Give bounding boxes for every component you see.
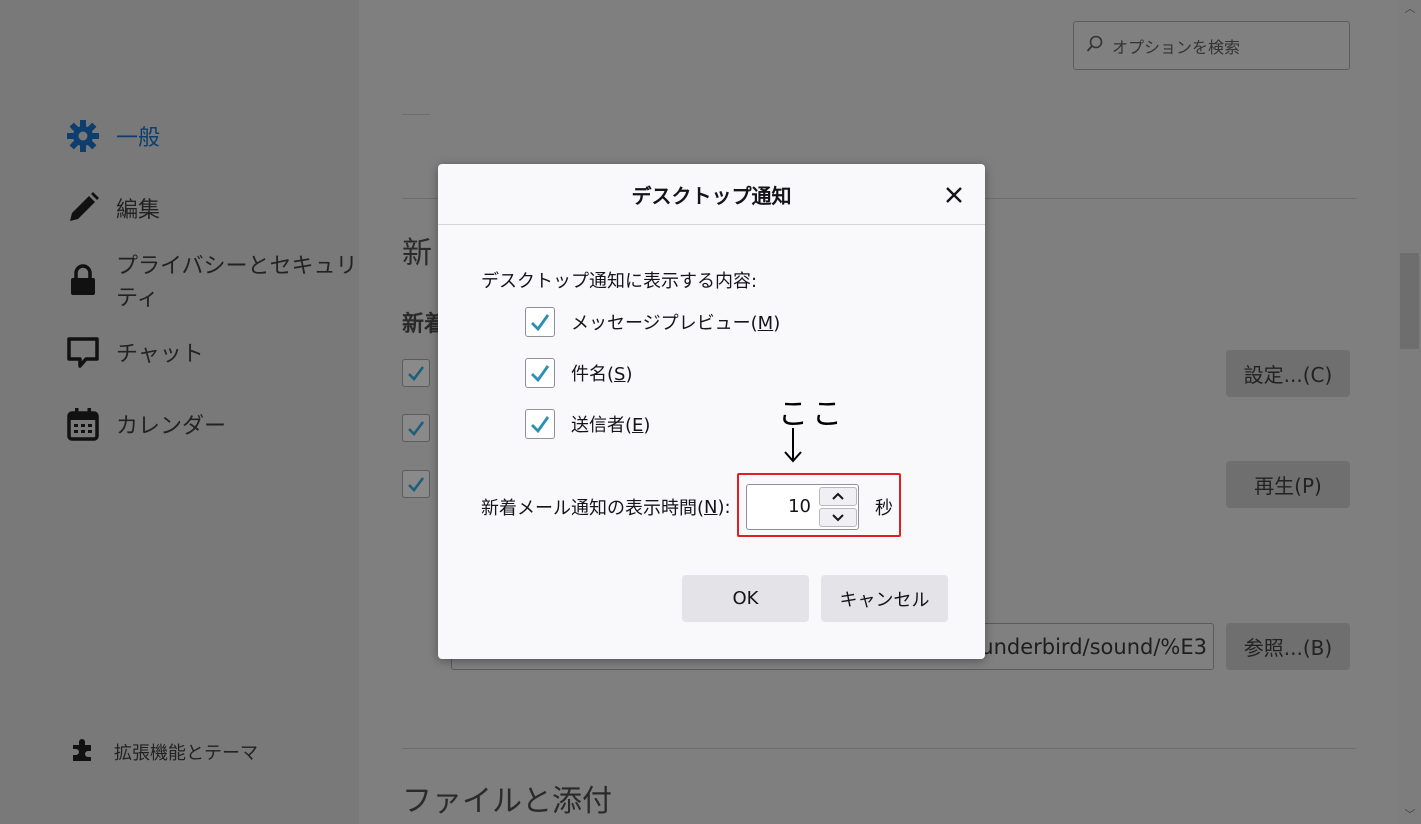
sidebar-item-composition[interactable]: 編集 — [66, 188, 160, 228]
checkbox-message-preview[interactable]: メッセージプレビュー(M) — [525, 307, 780, 337]
checkbox-subject[interactable]: 件名(S) — [525, 358, 633, 388]
sidebar-item-label: 一般 — [116, 126, 161, 151]
checkbox-label: 送信者(E) — [571, 415, 651, 436]
scroll-up-icon[interactable]: ︿ — [1403, 2, 1417, 16]
sidebar-item-general[interactable]: 一般 — [66, 116, 160, 156]
sidebar-item-label: 編集 — [116, 198, 161, 223]
divider — [402, 748, 1356, 749]
sidebar-item-calendar[interactable]: カレンダー — [66, 404, 226, 444]
sidebar-item-label: チャット — [116, 342, 204, 367]
lock-icon — [66, 263, 100, 297]
checkbox-label: メッセージプレビュー(M) — [571, 313, 781, 334]
files-heading: ファイルと添付 — [402, 784, 612, 819]
search-placeholder: オプションを検索 — [1112, 37, 1241, 57]
scrollbar[interactable] — [1398, 0, 1421, 824]
dialog-title: デスクトップ通知 — [631, 183, 792, 208]
ok-button[interactable]: OK — [682, 575, 809, 622]
checkbox[interactable] — [525, 358, 555, 388]
settings-button[interactable]: 設定...(C) — [1226, 350, 1350, 397]
search-input[interactable]: オプションを検索 — [1073, 21, 1350, 70]
cancel-button[interactable]: キャンセル — [821, 575, 948, 622]
close-icon[interactable] — [939, 180, 969, 210]
addons-label: 拡張機能とテーマ — [114, 742, 258, 764]
chat-icon — [66, 335, 100, 369]
scrollbar-thumb[interactable] — [1400, 253, 1419, 349]
search-icon — [1086, 35, 1104, 57]
sidebar-item-label: カレンダー — [116, 414, 227, 439]
sidebar-item-privacy[interactable]: プライバシーとセキュリティ — [66, 254, 359, 311]
addons-link[interactable]: 拡張機能とテーマ — [70, 736, 258, 767]
checkbox[interactable] — [525, 409, 555, 439]
scroll-down-icon[interactable]: ﹀ — [1403, 808, 1417, 822]
section-heading: 新 — [402, 236, 432, 271]
sidebar-item-label: プライバシーとセキュリティ — [116, 254, 358, 311]
checkbox[interactable] — [402, 414, 430, 442]
sidebar: 一般 編集 プライバシーとセキュリティ チャット カレンダー 拡張機能とテーマ — [0, 0, 359, 824]
checkbox[interactable] — [402, 359, 430, 387]
checkbox-label: 件名(S) — [571, 364, 633, 385]
content-label: デスクトップ通知に表示する内容: — [481, 271, 758, 292]
puzzle-icon — [70, 736, 96, 767]
gear-icon — [66, 119, 100, 153]
checkbox-sender[interactable]: 送信者(E) — [525, 409, 650, 439]
time-label: 新着メール通知の表示時間(N): — [481, 496, 731, 520]
checkbox[interactable] — [525, 307, 555, 337]
pencil-icon — [66, 191, 100, 225]
desktop-notification-dialog: デスクトップ通知 デスクトップ通知に表示する内容: メッセージプレビュー(M) … — [438, 164, 985, 659]
checkbox[interactable] — [402, 470, 430, 498]
divider — [402, 114, 430, 115]
dialog-header: デスクトップ通知 — [438, 164, 985, 225]
calendar-icon — [66, 407, 100, 441]
arrow-down-icon — [784, 428, 802, 463]
sidebar-item-chat[interactable]: チャット — [66, 332, 204, 372]
browse-button[interactable]: 参照...(B) — [1226, 623, 1350, 670]
play-button[interactable]: 再生(P) — [1226, 461, 1350, 508]
highlight-box — [737, 473, 901, 537]
